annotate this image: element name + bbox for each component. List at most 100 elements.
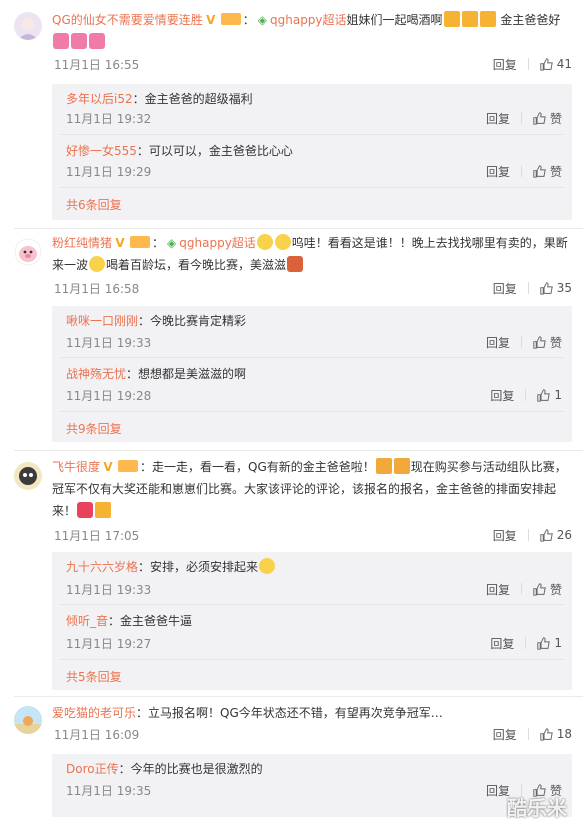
reply-button[interactable]: 回复 <box>493 726 517 743</box>
reply-text: 战神殇无忧：想想都是美滋滋的啊 <box>66 365 562 382</box>
reply-button[interactable]: 回复 <box>493 56 517 73</box>
comment-time: 11月1日 17:05 <box>54 529 140 543</box>
reply-text: 好惨一女555：可以可以，金主爸爸比心心 <box>66 142 562 159</box>
more-replies-link[interactable]: 共5条回复 <box>66 668 122 685</box>
laugh-emoji-icon <box>274 234 291 250</box>
comment-username[interactable]: 爱吃猫的老可乐 <box>52 706 136 720</box>
like-button[interactable]: 1 <box>537 636 562 650</box>
reply-time: 11月1日 19:28 <box>66 389 152 403</box>
reply-meta: 11月1日 19:33 回复 赞 <box>66 579 562 599</box>
reply-button[interactable]: 回复 <box>493 527 517 544</box>
reply-meta: 11月1日 19:33 回复 赞 <box>66 332 562 352</box>
avatar[interactable] <box>14 12 42 40</box>
beer-emoji-icon <box>461 11 478 27</box>
level-badge-icon <box>130 236 151 248</box>
smirk-emoji-icon <box>259 558 276 574</box>
reply-button[interactable]: 回复 <box>486 163 510 180</box>
reply-body: ：想想都是美滋滋的啊 <box>126 367 247 381</box>
comment-username[interactable]: 粉红纯情猪 <box>52 236 112 250</box>
reply-text: 多年以后i52：金主爸爸的超级福利 <box>66 90 562 107</box>
comment-body-cont: 喝着百龄坛，看今晚比赛，美滋滋 <box>106 258 287 272</box>
thumb-up-icon <box>540 281 553 295</box>
topic-link[interactable]: qghappy超话 <box>179 236 256 250</box>
reply-username[interactable]: 战神殇无忧 <box>66 367 126 381</box>
comment-body-cont: 来一波 <box>52 258 89 272</box>
like-button[interactable]: 赞 <box>533 110 562 127</box>
comment-text: 飞牛很度 V ：走一走，看一看，QG有新的金主爸爸啦！ 现在购买参与活动组队比赛， 冠… <box>52 456 572 522</box>
thumb-up-icon <box>540 727 553 741</box>
super-topic-icon: ◈ <box>167 236 177 250</box>
hotpot-emoji-icon <box>287 256 304 272</box>
comment-time: 11月1日 16:55 <box>54 58 140 72</box>
beer-emoji-icon <box>479 11 496 27</box>
reply-time: 11月1日 19:35 <box>66 784 152 798</box>
like-button[interactable]: 赞 <box>533 334 562 351</box>
comment-time: 11月1日 16:58 <box>54 282 140 296</box>
comment-body-cont: 现在购买参与活动组队比赛， <box>410 460 567 474</box>
replies-box: 多年以后i52：金主爸爸的超级福利 11月1日 19:32 回复赞 好惨一女55… <box>52 84 572 220</box>
comment-username[interactable]: 飞牛很度 <box>52 460 100 474</box>
like-button[interactable]: 赞 <box>533 163 562 180</box>
comment-body-cont: 金主爸爸好 <box>500 13 561 27</box>
beer-emoji-icon <box>443 11 460 27</box>
like-button[interactable]: 26 <box>540 528 572 542</box>
reply-username[interactable]: 多年以后i52 <box>66 92 133 106</box>
like-button[interactable]: 18 <box>540 727 572 741</box>
reply-button[interactable]: 回复 <box>493 280 517 297</box>
more-replies-link[interactable]: 共9条回复 <box>66 420 122 437</box>
avatar[interactable] <box>14 238 42 266</box>
comment-text: 粉红纯情猪 V： ◈ qghappy超话 呜哇！看看这是谁！！晚上去找找哪里有卖的，果断… <box>52 234 568 272</box>
reply-body: ：金主爸爸的超级福利 <box>132 92 253 106</box>
comment-body: 姐妹们一起喝酒啊 <box>346 13 443 27</box>
reply-time: 11月1日 19:33 <box>66 336 152 350</box>
like-button[interactable]: 41 <box>540 57 572 71</box>
heart-emoji-icon <box>71 33 87 49</box>
reply-username[interactable]: 九十六六岁格 <box>66 560 138 574</box>
topic-link[interactable]: qghappy超话 <box>270 13 347 27</box>
reply-username[interactable]: 倾听_音 <box>66 614 108 628</box>
reply-button[interactable]: 回复 <box>486 581 510 598</box>
reply-body: ：安排，必须安排起来 <box>138 560 259 574</box>
reply-button[interactable]: 回复 <box>490 387 514 404</box>
reply-username[interactable]: Doro正传 <box>66 762 119 776</box>
reply-text: 啾咪一口刚刚：今晚比赛肯定精彩 <box>66 312 562 329</box>
like-count: 1 <box>554 636 562 650</box>
more-replies-link[interactable]: 共6条回复 <box>66 196 122 213</box>
avatar[interactable] <box>14 462 42 490</box>
thumb-up-icon <box>533 164 546 178</box>
replies-box: Doro正传：今年的比赛也是很激烈的 11月1日 19:35 回复赞 <box>52 754 572 817</box>
like-button[interactable]: 1 <box>537 388 562 402</box>
reply-username[interactable]: 啾咪一口刚刚 <box>66 314 138 328</box>
reply-username[interactable]: 好惨一女555 <box>66 144 137 158</box>
reply-meta: 11月1日 19:32 回复 赞 <box>66 108 562 128</box>
comment-meta: 11月1日 17:05 回复 26 <box>52 525 572 545</box>
comment-text: QG的仙女不需要爱情要连胜 V： ◈ qghappy超话姐妹们一起喝酒啊 金主爸爸好 <box>52 9 572 53</box>
thumb-up-icon <box>537 388 551 402</box>
like-count: 1 <box>554 388 562 402</box>
level-badge-icon <box>220 13 241 25</box>
zan-emoji-icon <box>375 458 392 474</box>
like-count: 赞 <box>549 335 562 350</box>
like-button[interactable]: 35 <box>540 281 572 295</box>
reply-button[interactable]: 回复 <box>486 334 510 351</box>
comment-username[interactable]: QG的仙女不需要爱情要连胜 <box>52 13 203 27</box>
like-count: 35 <box>556 281 572 295</box>
reply-text: 倾听_音：金主爸爸牛逼 <box>66 612 562 629</box>
like-button[interactable]: 赞 <box>533 581 562 598</box>
reply-body: ：今年的比赛也是很激烈的 <box>118 762 263 776</box>
avatar[interactable] <box>14 706 42 734</box>
reply-meta: 11月1日 19:28 回复 1 <box>66 385 562 405</box>
super-topic-icon: ◈ <box>257 13 267 27</box>
laugh-emoji-icon <box>256 234 273 250</box>
comment-meta: 11月1日 16:09 回复 18 <box>52 724 572 744</box>
like-count: 赞 <box>549 582 562 597</box>
thumb-up-icon <box>537 636 551 650</box>
reply-button[interactable]: 回复 <box>486 110 510 127</box>
reply-meta: 11月1日 19:29 回复 赞 <box>66 161 562 181</box>
thumb-up-icon <box>540 528 553 542</box>
reply-time: 11月1日 19:29 <box>66 165 152 179</box>
reply-button[interactable]: 回复 <box>490 635 514 652</box>
reply-text: 九十六六岁格：安排，必须安排起来 <box>66 558 562 575</box>
thumb-up-icon <box>533 335 546 349</box>
like-count: 赞 <box>549 164 562 179</box>
